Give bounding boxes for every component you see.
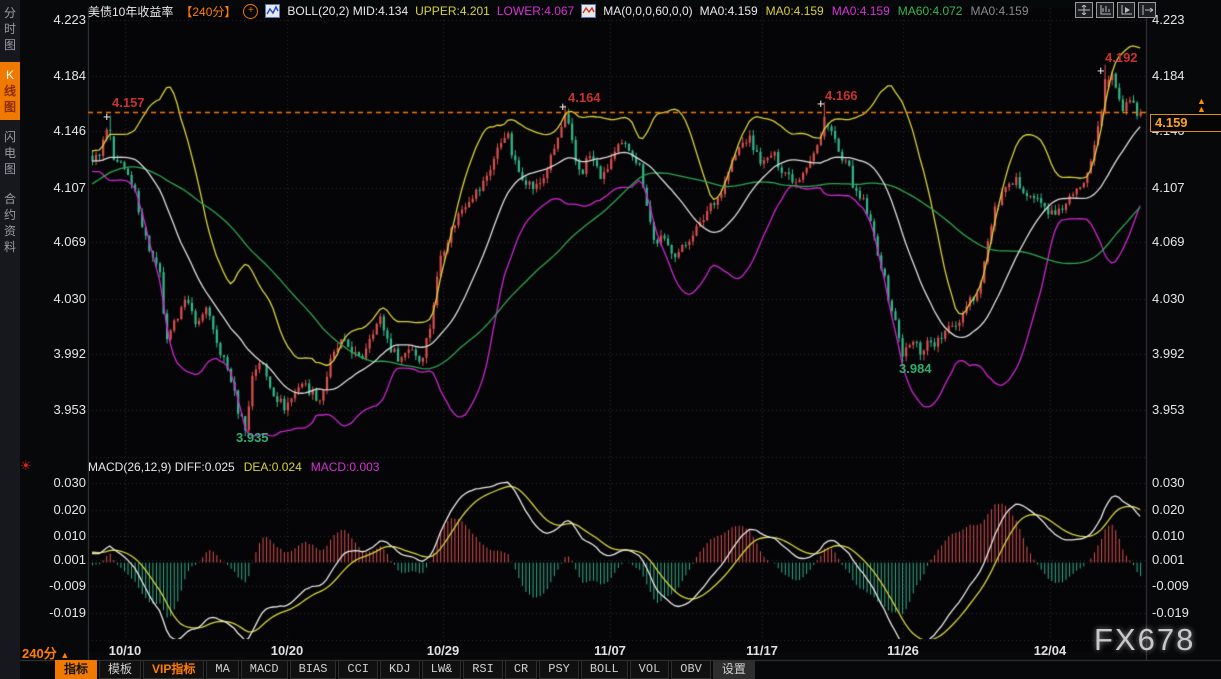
macd-axis-label: 0.030: [1152, 475, 1185, 490]
ma-value-legend: MA0:4.159: [970, 4, 1028, 18]
toolbar-button-模板[interactable]: 模板: [99, 660, 141, 679]
chart-header: 美债10年收益率 【240分】 + BOLL(20,2) MID:4.134 U…: [88, 2, 1037, 20]
macd-axis-label: -0.009: [49, 578, 86, 593]
price-extreme-annotation: 4.164: [568, 90, 601, 105]
price-extreme-annotation: 3.984: [899, 361, 932, 376]
period-caret-icon: ▲: [60, 650, 69, 660]
toolbar-button-PSY[interactable]: PSY: [539, 660, 579, 679]
price-axis-label: 4.184: [53, 68, 86, 83]
price-axis-label: 4.030: [1152, 291, 1185, 306]
axis-play-icon[interactable]: [1117, 2, 1135, 18]
macd-axis-label: -0.019: [49, 605, 86, 620]
crosshair-icon[interactable]: +: [243, 4, 258, 19]
macd-axis-label: 0.010: [53, 528, 86, 543]
price-axis-label: 4.107: [53, 180, 86, 195]
macd-axis-label: 0.020: [53, 502, 86, 517]
current-price-tag: 4.159: [1150, 114, 1221, 132]
macd-axis-label: 0.001: [53, 552, 86, 567]
live-indicator-icon: ☀: [20, 458, 32, 474]
date-label: 10/10: [109, 643, 142, 658]
toolbar-button-VIP指标[interactable]: VIP指标: [143, 660, 204, 679]
date-label: 11/07: [594, 643, 626, 658]
chart-corner-controls: [1075, 2, 1156, 18]
macd-macd-legend: MACD:0.003: [311, 460, 380, 474]
date-label: 12/04: [1034, 643, 1067, 658]
macd-axis-label: 0.010: [1152, 528, 1185, 543]
pan-right-icon[interactable]: [1138, 2, 1156, 18]
ma-value-legend: MA0:4.159: [832, 4, 890, 18]
ma-value-legend: MA0:4.159: [700, 4, 758, 18]
extreme-cross-marker: +: [817, 96, 825, 111]
toolbar-button-设置[interactable]: 设置: [713, 660, 755, 679]
price-axis-label: 3.992: [53, 346, 86, 361]
date-label: 11/26: [887, 643, 919, 658]
price-axis-label: 4.223: [1152, 12, 1185, 27]
boll-lower-legend: LOWER:4.067: [497, 4, 574, 18]
indicator-toolbar: 指标模板VIP指标MAMACDBIASCCIKDJLW&RSICRPSYBOLL…: [55, 660, 755, 679]
extreme-cross-marker: +: [1097, 63, 1105, 78]
sidebar-tab-K线图[interactable]: K线图: [0, 62, 20, 120]
price-axis-label: 4.069: [53, 234, 86, 249]
ma-value-legend: MA60:4.072: [898, 4, 963, 18]
time-axis: 240分 ▲ 10/1010/2010/2911/0711/1711/2612/…: [0, 640, 1221, 660]
toolbar-button-LW&[interactable]: LW&: [422, 660, 462, 679]
price-extreme-annotation: 4.157: [112, 95, 145, 110]
left-sidebar: 分时图 K线图闪电图合约资料: [0, 0, 20, 679]
price-axis-label: 3.992: [1152, 346, 1185, 361]
macd-legend: MACD(26,12,9) DIFF:0.025 DEA:0.024 MACD:…: [88, 460, 379, 474]
period-tag[interactable]: 【240分】: [180, 3, 236, 20]
price-axis-label: 4.069: [1152, 234, 1185, 249]
symbol-title: 美债10年收益率: [88, 3, 173, 20]
macd-axis-label: 0.020: [1152, 502, 1185, 517]
ma-chart-icon[interactable]: [581, 4, 596, 18]
macd-axis-label: 0.030: [53, 475, 86, 490]
price-axis-label: 3.953: [1152, 402, 1185, 417]
date-label: 10/20: [271, 643, 304, 658]
ma-values-legend: MA0:4.159 MA0:4.159 MA0:4.159 MA60:4.072 MA0…: [700, 4, 1037, 18]
price-up-arrow-icon: ▲▲: [1197, 97, 1206, 113]
sidebar-tab-合约资料[interactable]: 合约资料: [0, 186, 20, 260]
toolbar-button-指标[interactable]: 指标: [55, 660, 97, 679]
date-label: 11/17: [746, 643, 778, 658]
extreme-cross-marker: +: [103, 109, 111, 124]
price-axis-label: 4.107: [1152, 180, 1185, 195]
macd-dea-legend: DEA:0.024: [244, 460, 302, 474]
axis-scale-icon[interactable]: [1096, 2, 1114, 18]
price-axis-label: 4.223: [53, 12, 86, 27]
toolbar-button-BIAS[interactable]: BIAS: [290, 660, 337, 679]
extreme-cross-marker: +: [559, 99, 567, 114]
toolbar-button-KDJ[interactable]: KDJ: [380, 660, 420, 679]
date-label: 10/29: [427, 643, 460, 658]
ma-params-legend: MA(0,0,0,60,0,0): [603, 4, 692, 18]
toolbar-button-VOL[interactable]: VOL: [630, 660, 670, 679]
macd-axis-label: -0.019: [1152, 605, 1189, 620]
boll-legend: BOLL(20,2) MID:4.134: [287, 4, 408, 18]
macd-axis-label: 0.001: [1152, 552, 1185, 567]
toolbar-button-CR[interactable]: CR: [505, 660, 537, 679]
pan-icon[interactable]: [1075, 2, 1093, 18]
trading-app-window: 分时图 K线图闪电图合约资料 美债10年收益率 【240分】 + BOLL(20,…: [0, 0, 1221, 679]
toolbar-button-MA[interactable]: MA: [206, 660, 238, 679]
price-extreme-annotation: 4.166: [825, 88, 858, 103]
toolbar-button-RSI[interactable]: RSI: [463, 660, 503, 679]
price-extreme-annotation: 4.192: [1105, 50, 1138, 65]
sidebar-tab-分时图[interactable]: 分时图: [0, 0, 20, 58]
price-axis-label: 4.184: [1152, 68, 1185, 83]
ma-value-legend: MA0:4.159: [766, 4, 824, 18]
toolbar-button-OBV[interactable]: OBV: [671, 660, 711, 679]
price-axis-label: 3.953: [53, 402, 86, 417]
toolbar-button-MACD[interactable]: MACD: [241, 660, 288, 679]
toolbar-button-CCI[interactable]: CCI: [338, 660, 378, 679]
boll-upper-legend: UPPER:4.201: [415, 4, 490, 18]
macd-axis-label: -0.009: [1152, 578, 1189, 593]
kline-chart-canvas[interactable]: [0, 0, 1221, 679]
boll-chart-icon[interactable]: [265, 4, 280, 18]
price-axis-label: 4.030: [53, 291, 86, 306]
macd-main-legend: MACD(26,12,9) DIFF:0.025: [88, 460, 235, 474]
price-extreme-annotation: 3.935: [236, 430, 269, 445]
toolbar-button-BOLL[interactable]: BOLL: [581, 660, 628, 679]
sidebar-tab-闪电图[interactable]: 闪电图: [0, 124, 20, 182]
price-axis-label: 4.146: [53, 123, 86, 138]
